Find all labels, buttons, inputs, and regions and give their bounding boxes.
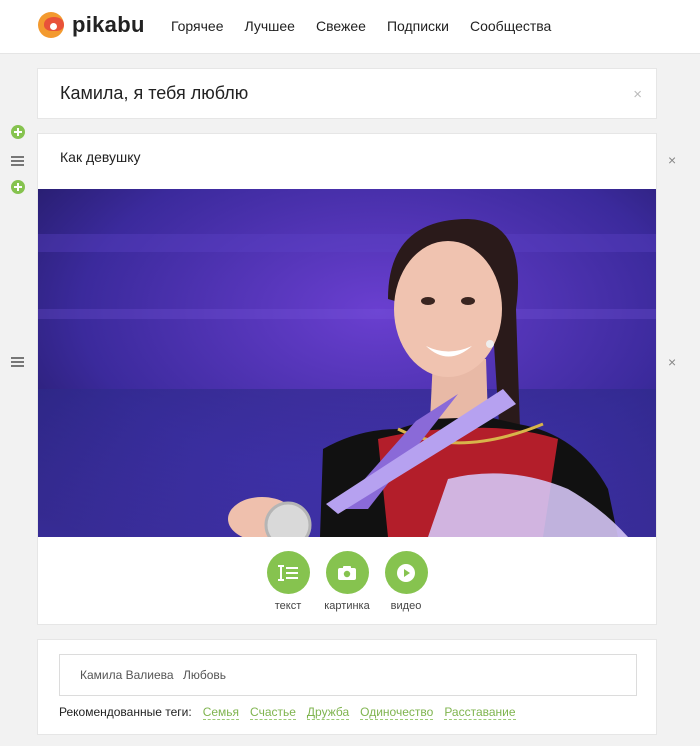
add-text-button[interactable]: текст xyxy=(266,551,310,612)
tags-input[interactable]: Камила Валиева Любовь xyxy=(59,654,637,696)
nav-best[interactable]: Лучшее xyxy=(245,18,295,34)
nav-communities[interactable]: Сообщества xyxy=(470,18,551,34)
tags-card: Камила Валиева Любовь Рекомендованные те… xyxy=(37,639,657,735)
logo-text: pikabu xyxy=(72,12,145,37)
recommended-tags-label: Рекомендованные теги: xyxy=(59,705,192,719)
add-video-button[interactable]: видео xyxy=(384,551,428,612)
main-nav: Горячее Лучшее Свежее Подписки Сообществ… xyxy=(171,18,572,34)
add-image-button[interactable]: картинка xyxy=(324,551,370,612)
recommended-tag[interactable]: Семья xyxy=(202,705,240,720)
remove-text-block-icon[interactable]: × xyxy=(668,152,676,168)
nav-fresh[interactable]: Свежее xyxy=(316,18,366,34)
post-title-input[interactable]: Камила, я тебя люблю xyxy=(60,83,248,104)
recommended-tag[interactable]: Расставание xyxy=(444,705,516,720)
post-content-card: Как девушку текст картинка видео xyxy=(37,133,657,625)
add-block-toolbar: текст картинка видео xyxy=(38,551,656,612)
top-bar: pikabu Горячее Лучшее Свежее Подписки Со… xyxy=(0,0,700,54)
play-icon xyxy=(384,551,428,594)
add-video-label: видео xyxy=(390,600,422,612)
camera-icon xyxy=(325,551,369,594)
pikabu-logo[interactable]: pikabu xyxy=(38,12,145,38)
clear-title-icon[interactable]: × xyxy=(633,86,642,103)
text-block[interactable]: Как девушку xyxy=(60,149,141,165)
post-image[interactable] xyxy=(38,189,656,537)
add-block-below-icon[interactable] xyxy=(11,180,25,194)
nav-hot[interactable]: Горячее xyxy=(171,18,224,34)
logo-icon xyxy=(38,12,64,38)
drag-handle-icon[interactable] xyxy=(11,156,24,166)
recommended-tag[interactable]: Дружба xyxy=(306,705,350,720)
remove-image-block-icon[interactable]: × xyxy=(668,354,676,370)
tag-chip[interactable]: Любовь xyxy=(183,668,226,682)
recommended-tag[interactable]: Одиночество xyxy=(360,705,434,720)
post-title-card: Камила, я тебя люблю × xyxy=(37,68,657,119)
nav-subscriptions[interactable]: Подписки xyxy=(387,18,449,34)
recommended-tag[interactable]: Счастье xyxy=(250,705,296,720)
add-block-above-icon[interactable] xyxy=(11,125,25,139)
text-icon xyxy=(266,551,310,594)
tag-chip[interactable]: Камила Валиева xyxy=(80,668,174,682)
recommended-tags: Рекомендованные теги: Семья Счастье Друж… xyxy=(59,705,516,720)
drag-handle-icon[interactable] xyxy=(11,357,24,367)
